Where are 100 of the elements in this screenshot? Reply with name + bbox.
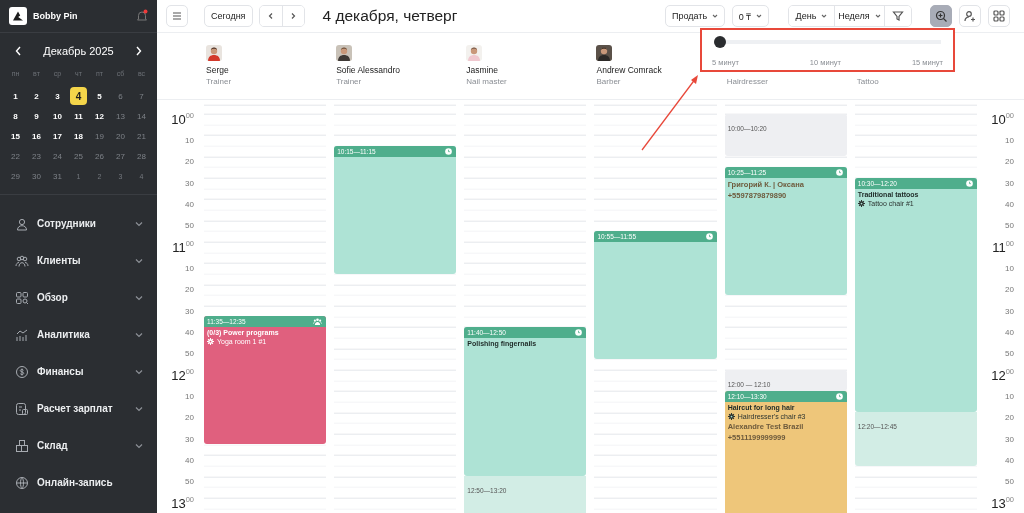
calendar-day[interactable]: 27: [112, 147, 129, 165]
minute-label: 50: [1005, 477, 1014, 487]
calendar-day[interactable]: 9: [28, 107, 45, 125]
month-title: Декабрь 2025: [43, 45, 114, 57]
today-button[interactable]: Сегодня: [204, 5, 253, 27]
calendar-day[interactable]: 28: [133, 147, 150, 165]
caret-icon: [874, 14, 881, 18]
logo-icon: [9, 7, 27, 25]
chevron-icon[interactable]: [135, 294, 143, 301]
calendar-day[interactable]: 3: [49, 87, 66, 105]
sidebar-item[interactable]: Онлайн-запись: [37, 477, 143, 488]
minute-label: 30: [1005, 434, 1014, 444]
chevron-icon[interactable]: [135, 331, 143, 338]
sidebar-item[interactable]: Обзор: [37, 292, 127, 303]
bell-icon[interactable]: [136, 9, 148, 23]
minute-label: 20: [185, 157, 194, 167]
chevron-icon[interactable]: [135, 442, 143, 449]
menu-button[interactable]: [166, 5, 188, 27]
calendar-day[interactable]: 24: [49, 147, 66, 165]
calendar-day[interactable]: 19: [91, 127, 108, 145]
zoom-button[interactable]: [930, 5, 952, 27]
staff-role: Trainer: [206, 76, 233, 87]
hour-label: 11$^{00}$: [992, 239, 1014, 255]
calendar-day[interactable]: 31: [49, 167, 66, 185]
sidebar-item[interactable]: Склад: [37, 440, 127, 451]
calendar-day[interactable]: 25: [70, 147, 87, 165]
caret-icon: [821, 14, 828, 18]
calendar-day[interactable]: 10: [49, 107, 66, 125]
view-dropdown[interactable]: Неделя: [834, 6, 884, 26]
coin-icon: [15, 364, 29, 379]
calendar-day[interactable]: 29: [7, 167, 24, 185]
calendar-day[interactable]: 16: [28, 127, 45, 145]
staff-name: Serge: [206, 65, 230, 76]
calendar-day[interactable]: 5: [91, 87, 108, 105]
calendar-day[interactable]: 21: [133, 127, 150, 145]
slider-thumb[interactable]: [714, 36, 726, 48]
sidebar-item[interactable]: Финансы: [37, 366, 127, 377]
minute-label: 20: [185, 413, 194, 423]
chevron-icon[interactable]: [135, 368, 143, 375]
chevron-icon[interactable]: [135, 405, 143, 412]
calendar-day[interactable]: 1: [7, 87, 24, 105]
hour-label: 13$^{00}$: [991, 495, 1014, 511]
minute-label: 30: [1005, 306, 1014, 316]
staff-name: Andrew Comrack: [596, 65, 663, 76]
currency-dropdown[interactable]: 0 ₸: [732, 5, 769, 27]
calendar-day[interactable]: 17: [49, 127, 66, 145]
chevron-icon[interactable]: [135, 220, 143, 227]
previous-month-button[interactable]: [13, 44, 23, 58]
grid-icon: [15, 290, 29, 305]
minute-label: 30: [1005, 178, 1014, 188]
hour-label: 10$^{00}$: [991, 111, 1014, 127]
next-month-button[interactable]: [134, 44, 144, 58]
hour-label: 10$^{00}$: [171, 111, 194, 127]
staff-name: Sofie Alessandro: [336, 65, 401, 76]
calendar-day[interactable]: 20: [112, 127, 129, 145]
minute-label: 40: [1005, 455, 1014, 465]
sell-dropdown[interactable]: Продать: [665, 5, 725, 27]
minute-label: 10: [1005, 263, 1014, 273]
brand-name: Bobby Pin: [33, 11, 79, 21]
sidebar-item[interactable]: Клиенты: [37, 255, 127, 266]
minute-label: 50: [1005, 221, 1014, 231]
people-icon: [15, 253, 29, 268]
sidebar-item[interactable]: Расчет зарплат: [37, 403, 127, 414]
gear-icon: [207, 338, 214, 346]
minute-label: 10: [185, 136, 194, 145]
calendar-day[interactable]: 18: [70, 127, 87, 145]
filter-button[interactable]: [884, 6, 911, 26]
minute-label: 30: [185, 306, 194, 316]
calendar-day[interactable]: 2: [28, 87, 45, 105]
calendar-day[interactable]: 11: [70, 107, 87, 125]
hour-label: 13$^{00}$: [171, 495, 194, 511]
hour-label: 12$^{00}$: [171, 367, 194, 383]
minute-label: 30: [185, 178, 194, 188]
calendar-day[interactable]: 7: [133, 87, 150, 105]
gear-icon: [727, 413, 735, 420]
layout-button[interactable]: [988, 5, 1010, 27]
staff-role: Trainer: [336, 76, 363, 87]
calendar-day[interactable]: 23: [28, 147, 45, 165]
sidebar-item[interactable]: Сотрудники: [37, 218, 127, 229]
hour-label: 12$^{00}$: [991, 367, 1014, 383]
calendar-day[interactable]: 4: [70, 87, 87, 105]
calendar-day[interactable]: 13: [112, 107, 129, 125]
calendar-day[interactable]: 15: [7, 127, 24, 145]
calendar-day[interactable]: 14: [133, 107, 150, 125]
staff-settings-button[interactable]: [959, 5, 981, 27]
calendar-day[interactable]: 22: [7, 147, 24, 165]
calendar-day[interactable]: 26: [91, 147, 108, 165]
minute-label: 50: [185, 477, 194, 487]
sidebar-item[interactable]: Аналитика: [37, 329, 127, 340]
staff-role: Tattoo: [856, 76, 880, 87]
next-day-button[interactable]: [281, 6, 304, 26]
minute-label: 40: [1005, 199, 1014, 209]
calendar-day[interactable]: 12: [91, 107, 108, 125]
calendar-day[interactable]: 8: [7, 107, 24, 125]
calendar-day[interactable]: 30: [28, 167, 45, 185]
minute-label: 20: [1005, 413, 1014, 423]
calendar-day[interactable]: 6: [112, 87, 129, 105]
chevron-icon[interactable]: [135, 257, 143, 264]
minute-label: 50: [1005, 349, 1014, 359]
minute-label: 30: [185, 434, 194, 444]
